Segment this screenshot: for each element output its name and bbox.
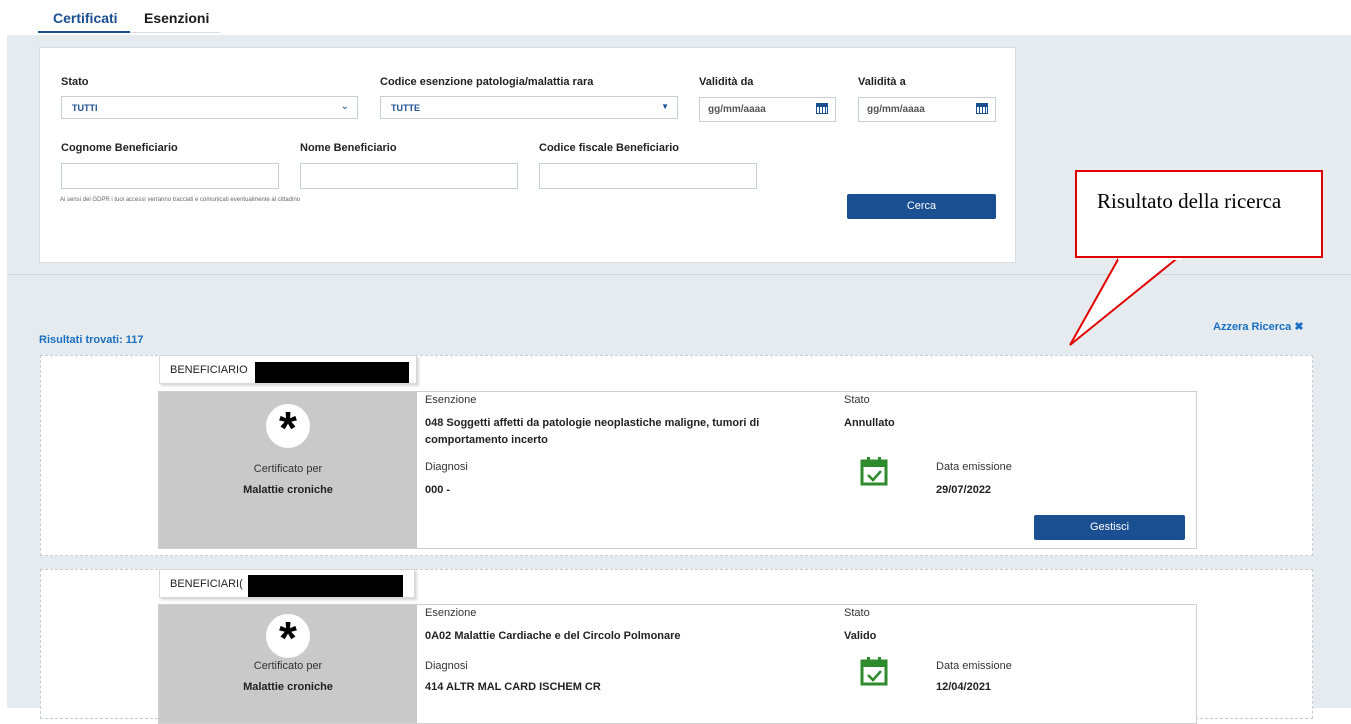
- active-tab-indicator: [38, 31, 130, 33]
- tab-bar-divider: [130, 32, 220, 33]
- codice-esenzione-select[interactable]: TUTTE ▼: [380, 96, 678, 119]
- certificate-detail: * Certificato per Malattie croniche Esen…: [158, 604, 1197, 724]
- esenzione-label: Esenzione: [425, 394, 477, 406]
- validita-da-label: Validità da: [699, 76, 754, 88]
- codice-esenzione-label: Codice esenzione patologia/malattia rara: [380, 76, 594, 88]
- caret-down-icon: ▼: [661, 102, 669, 111]
- certificate-type: Malattie croniche: [243, 484, 333, 496]
- stato-label: Stato: [844, 394, 870, 406]
- validita-a-field[interactable]: gg/mm/aaaa: [858, 97, 996, 122]
- search-button[interactable]: Cerca: [847, 194, 996, 219]
- tab-certificati[interactable]: Certificati: [53, 10, 118, 26]
- esenzione-label: Esenzione: [425, 607, 477, 619]
- cognome-input[interactable]: [61, 163, 279, 189]
- codice-fiscale-input[interactable]: [539, 163, 757, 189]
- certificate-type-panel: * Certificato per Malattie croniche: [159, 392, 417, 548]
- chevron-down-icon: ⌄: [340, 101, 349, 112]
- codice-fiscale-label: Codice fiscale Beneficiario: [539, 142, 679, 154]
- diagnosi-label: Diagnosi: [425, 660, 468, 672]
- validita-a-placeholder: gg/mm/aaaa: [867, 104, 925, 115]
- certificato-per-label: Certificato per: [253, 660, 323, 672]
- asterisk-icon: *: [266, 612, 310, 664]
- callout-pointer: [1069, 255, 1183, 346]
- validita-a-label: Validità a: [858, 76, 906, 88]
- calendar-icon[interactable]: [976, 103, 988, 114]
- validita-da-placeholder: gg/mm/aaaa: [708, 104, 766, 115]
- results-count: Risultati trovati: 117: [39, 334, 144, 346]
- redacted-name: [248, 575, 403, 597]
- diagnosi-value: 000 -: [425, 484, 451, 496]
- certificate-type: Malattie croniche: [243, 681, 333, 693]
- gestisci-button[interactable]: Gestisci: [1034, 515, 1185, 540]
- esenzione-value-cont: comportamento incerto: [425, 434, 548, 446]
- data-emissione-label: Data emissione: [936, 660, 1012, 672]
- callout-text: Risultato della ricerca: [1097, 189, 1282, 213]
- asterisk-icon: *: [266, 402, 310, 454]
- nome-label: Nome Beneficiario: [300, 142, 397, 154]
- stato-value: Valido: [844, 630, 877, 642]
- nome-input[interactable]: [300, 163, 518, 189]
- reset-search-link[interactable]: Azzera Ricerca ✖: [1213, 320, 1304, 333]
- certificato-per-label: Certificato per: [253, 463, 323, 475]
- tab-esenzioni[interactable]: Esenzioni: [144, 10, 209, 26]
- stato-value: TUTTI: [72, 103, 98, 113]
- cognome-label: Cognome Beneficiario: [61, 142, 178, 154]
- stato-value: Annullato: [844, 417, 895, 429]
- diagnosi-value: 414 ALTR MAL CARD ISCHEM CR: [425, 681, 601, 693]
- codice-esenzione-value: TUTTE: [391, 103, 420, 113]
- esenzione-value: 048 Soggetti affetti da patologie neopla…: [425, 417, 760, 429]
- beneficiario-label: BENEFICIARIO: [170, 364, 248, 376]
- calendar-check-icon: [860, 457, 888, 486]
- certificate-detail: * Certificato per Malattie croniche Esen…: [158, 391, 1197, 549]
- data-emissione-label: Data emissione: [936, 461, 1012, 473]
- redacted-name: [255, 362, 409, 383]
- calendar-icon[interactable]: [816, 103, 828, 114]
- data-emissione-value: 12/04/2021: [936, 681, 992, 693]
- calendar-check-icon: [860, 657, 888, 686]
- beneficiario-label: BENEFICIARI(: [170, 578, 243, 590]
- callout-box: Risultato della ricerca: [1075, 170, 1323, 258]
- data-emissione-value: 29/07/2022: [936, 484, 992, 496]
- gdpr-note: Ai sensi del GDPR i tuoi accessi verrann…: [60, 197, 301, 203]
- validita-da-field[interactable]: gg/mm/aaaa: [699, 97, 836, 122]
- certificate-type-panel: * Certificato per Malattie croniche: [159, 605, 417, 723]
- stato-select[interactable]: TUTTI ⌄: [61, 96, 358, 119]
- esenzione-value: 0A02 Malattie Cardiache e del Circolo Po…: [425, 630, 681, 642]
- stato-label: Stato: [844, 607, 870, 619]
- stato-label: Stato: [61, 76, 89, 88]
- diagnosi-label: Diagnosi: [425, 461, 468, 473]
